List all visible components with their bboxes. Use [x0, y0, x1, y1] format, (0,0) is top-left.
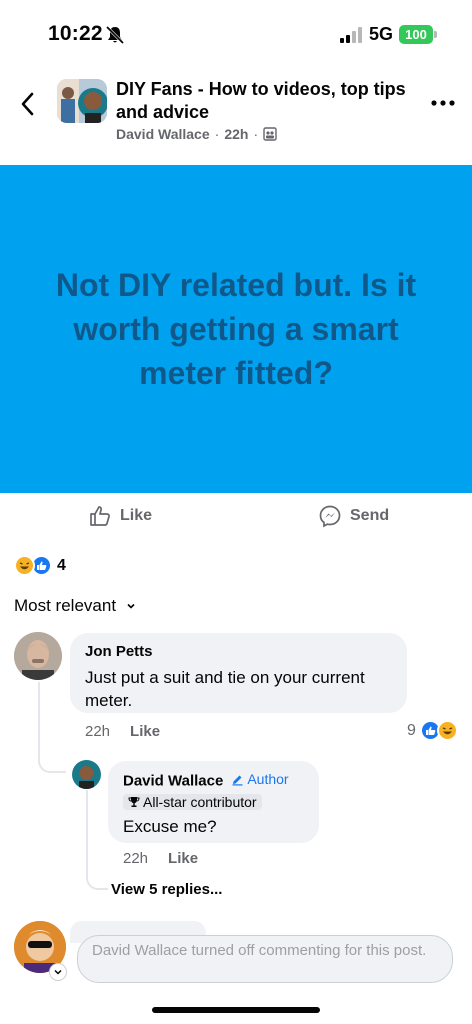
post-time: 22h [224, 126, 249, 142]
messenger-icon [319, 505, 341, 528]
thread-line [38, 682, 40, 752]
reply-text: Excuse me? [123, 816, 217, 836]
signal-icon [340, 27, 362, 43]
author-badge-label: Author [247, 771, 289, 787]
like-button[interactable]: Like [88, 504, 152, 528]
view-replies-link[interactable]: View 5 replies... [111, 881, 222, 898]
group-avatar[interactable] [57, 79, 107, 123]
chevron-down-icon [127, 603, 135, 609]
sort-label: Most relevant [14, 596, 117, 615]
comment-sort-dropdown[interactable]: Most relevant [14, 596, 136, 616]
reply-like-button[interactable]: Like [168, 850, 198, 867]
comment-reactions[interactable]: 9 [407, 720, 458, 741]
meta-separator: · [253, 126, 259, 142]
post-text-banner: Not DIY related but. Is it worth getting… [0, 165, 472, 493]
bell-slash-icon [105, 25, 125, 45]
reply-time: 22h [123, 850, 149, 867]
reaction-count: 4 [57, 556, 66, 574]
meta-separator: · [214, 126, 220, 142]
commenter-avatar[interactable] [14, 632, 62, 680]
haha-reaction-icon [436, 720, 458, 741]
comment-like-button[interactable]: Like [130, 723, 160, 740]
chevron-down-icon [54, 969, 62, 975]
comment-composer-disabled: David Wallace turned off commenting for … [77, 935, 453, 983]
contributor-badge-label: All-star contributor [143, 793, 257, 810]
post-action-bar: Like Send [0, 493, 472, 543]
comment-text: Just put a suit and tie on your current … [85, 668, 365, 710]
reply-bubble[interactable]: David Wallace Author All-star contributor… [108, 761, 319, 843]
reactions-summary[interactable]: 4 [14, 555, 66, 576]
status-bar: 10:22 5G 100 [0, 0, 472, 70]
send-button[interactable]: Send [318, 504, 389, 528]
reply-actions: 22h Like [123, 850, 198, 867]
battery-indicator: 100 [399, 25, 433, 44]
comment-bar: David Wallace turned off commenting for … [0, 915, 472, 995]
like-label: Like [120, 507, 153, 524]
group-title[interactable]: DIY Fans - How to videos, top tips and a… [116, 78, 416, 124]
more-options-icon[interactable] [430, 98, 456, 108]
group-audience-icon [263, 127, 277, 141]
battery-cap [434, 31, 437, 38]
comment-time: 22h [85, 723, 111, 740]
replies-connector [86, 790, 108, 890]
post-author[interactable]: David Wallace [116, 126, 210, 142]
comment-author[interactable]: Jon Petts [85, 643, 392, 660]
contributor-badge: All-star contributor [123, 793, 262, 810]
author-badge: Author [231, 771, 289, 787]
post-header: DIY Fans - How to videos, top tips and a… [0, 70, 472, 165]
reply-author-avatar[interactable] [72, 760, 101, 789]
comment-bubble[interactable]: Jon Petts Just put a suit and tie on you… [70, 633, 407, 713]
send-label: Send [350, 507, 390, 524]
back-arrow-icon[interactable] [18, 91, 38, 117]
reply-author-name[interactable]: David Wallace [123, 773, 223, 790]
post-meta: David Wallace · 22h · [116, 126, 277, 142]
pencil-icon [232, 775, 243, 785]
comment-actions: 22h Like [85, 723, 160, 740]
reply-author: David Wallace Author [123, 771, 304, 790]
post-text: Not DIY related but. Is it worth getting… [55, 267, 417, 391]
haha-reaction-icon [14, 555, 35, 576]
home-indicator[interactable] [152, 1007, 320, 1013]
network-label: 5G [369, 24, 394, 44]
thumbs-up-icon [90, 506, 110, 526]
profile-switcher[interactable] [49, 963, 67, 981]
status-time: 10:22 [48, 22, 103, 45]
thread-connector [38, 745, 66, 773]
comment-reaction-count: 9 [407, 721, 416, 739]
trophy-icon [128, 796, 140, 807]
